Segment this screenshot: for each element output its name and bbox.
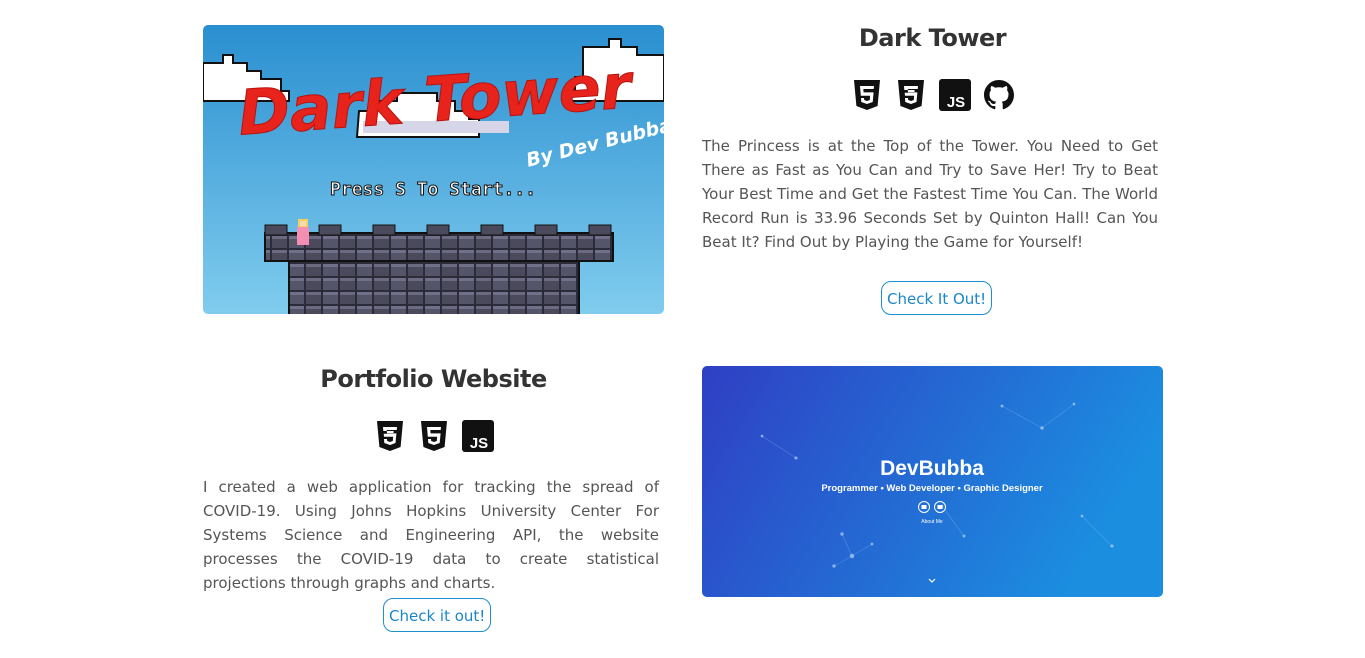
dark-tower-start-prompt: Press S To Start... (330, 179, 536, 200)
javascript-icon: JS (938, 79, 971, 111)
check-it-out-button-dark-tower[interactable]: Check It Out! (881, 281, 993, 315)
portfolio-brand: DevBubba (880, 457, 984, 480)
portfolio-thumbnail[interactable]: DevBubba Programmer • Web Developer • Gr… (702, 366, 1163, 597)
dark-tower-thumbnail[interactable]: Dark Tower By Dev Bubba Press S To Start… (203, 25, 664, 314)
github-icon (983, 80, 1014, 110)
html5-icon (853, 80, 880, 110)
princess-sprite (297, 219, 309, 245)
project-title-dark-tower: Dark Tower (858, 24, 1007, 52)
check-it-out-button-portfolio[interactable]: Check it out! (383, 598, 492, 632)
tech-icons-portfolio: JS (203, 420, 664, 452)
portfolio-about-link: About Me (921, 519, 943, 525)
tech-icons-dark-tower: JS (702, 79, 1163, 111)
portfolio-tagline: Programmer • Web Developer • Graphic Des… (821, 483, 1043, 494)
portfolio-website-screenshot: DevBubba Programmer • Web Developer • Gr… (702, 366, 1163, 597)
html5-icon (420, 421, 447, 451)
javascript-icon: JS (461, 420, 494, 452)
css3-icon (897, 80, 924, 110)
svg-text:JS: JS (469, 435, 487, 452)
css3-icon (376, 421, 403, 451)
dark-tower-game-screenshot: Dark Tower By Dev Bubba Press S To Start… (203, 25, 664, 314)
project-description-portfolio: I created a web application for tracking… (203, 478, 659, 592)
project-title-portfolio: Portfolio Website (320, 365, 547, 393)
svg-text:JS: JS (946, 94, 964, 111)
project-description-dark-tower: The Princess is at the Top of the Tower.… (702, 137, 1158, 251)
brick-tower (264, 224, 614, 314)
